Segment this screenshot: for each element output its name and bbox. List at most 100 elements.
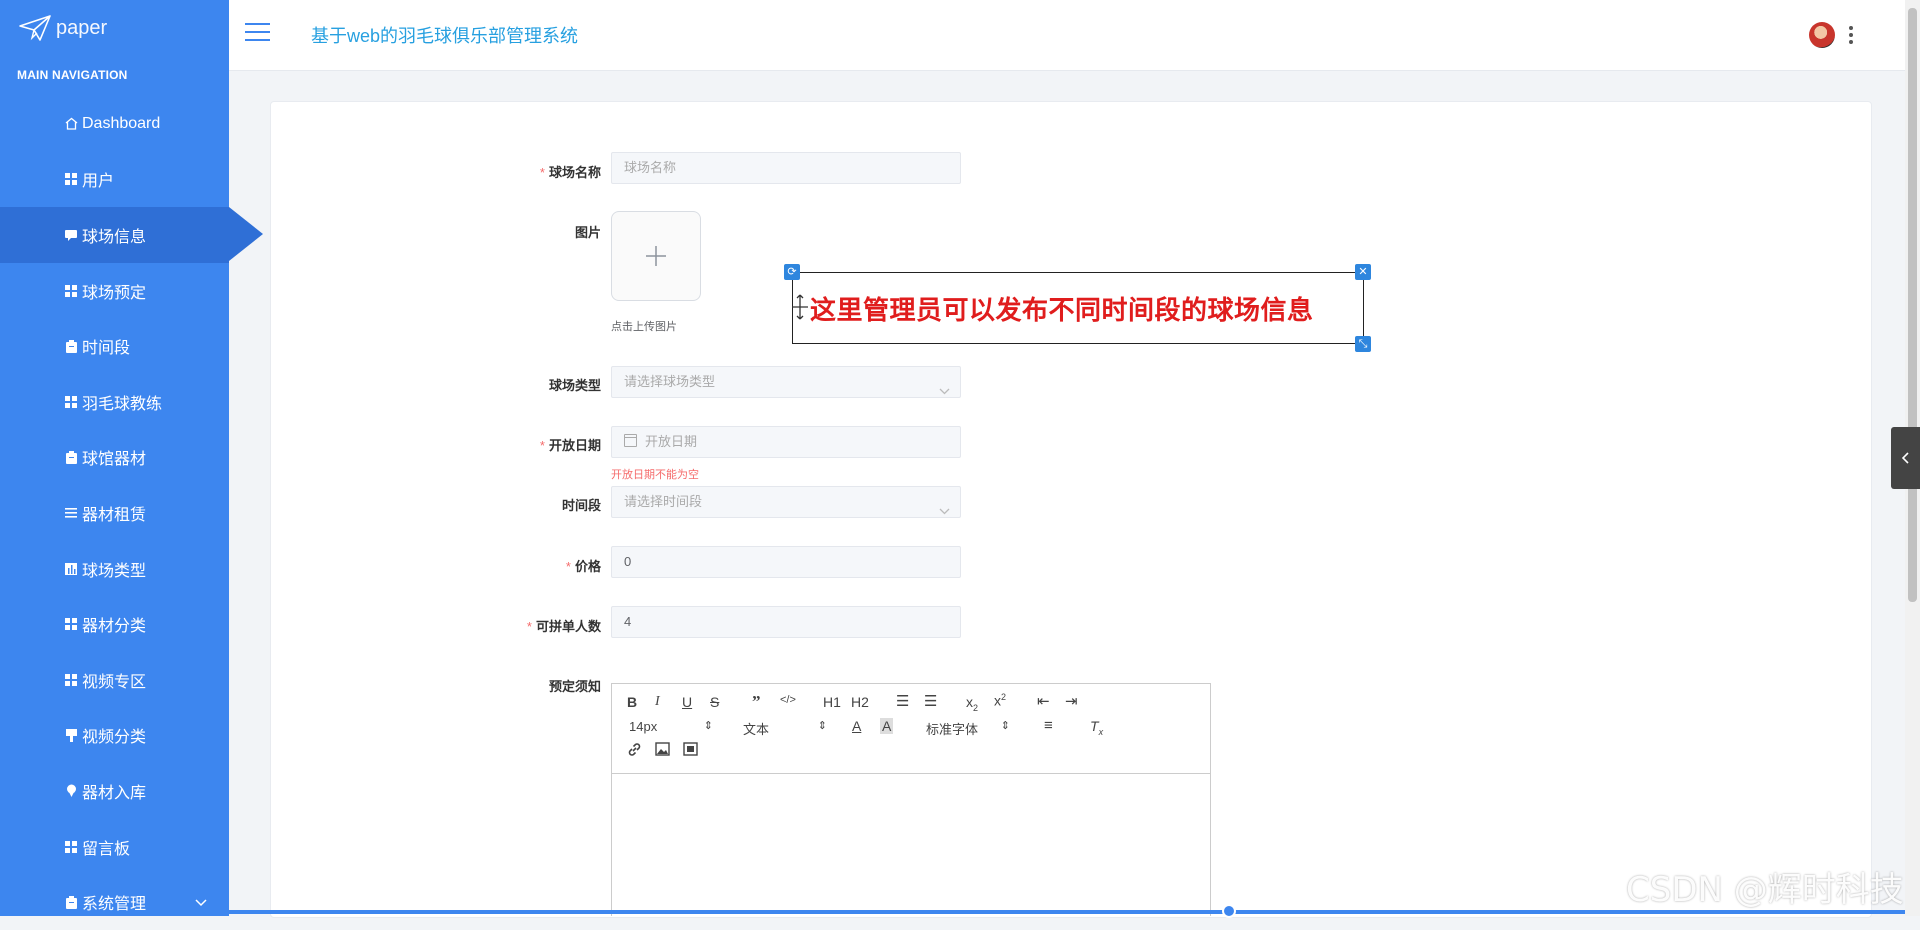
sidebar-item-court-booking[interactable]: 球场预定: [0, 263, 229, 319]
bar-icon: [64, 562, 78, 576]
plus-icon: [646, 246, 666, 266]
top-header: 基于web的羽毛球俱乐部管理系统: [229, 0, 1905, 71]
clipboard-icon: [64, 339, 78, 353]
collapse-panel-icon[interactable]: [1891, 427, 1920, 489]
sidebar-item-video-category[interactable]: 视频分类: [0, 708, 229, 764]
booking-notes-label: 预定须知: [548, 679, 601, 694]
sidebar-item-equipment[interactable]: 球馆器材: [0, 430, 229, 486]
sidebar-item-label: 器材入库: [82, 784, 147, 802]
court-name-input[interactable]: 球场名称: [611, 152, 961, 184]
sidebar-item-court-type[interactable]: 球场类型: [0, 541, 229, 597]
open-date-label: * 开放日期: [539, 438, 601, 453]
clipboard-icon: [64, 895, 78, 909]
grid-icon: [64, 617, 78, 631]
system-title: 基于web的羽毛球俱乐部管理系统: [311, 26, 579, 46]
sidebar-item-label: 时间段: [82, 340, 131, 358]
brand-name: paper: [56, 16, 108, 39]
menu-toggle-icon[interactable]: [245, 23, 270, 43]
image-icon[interactable]: [655, 742, 670, 759]
align-icon[interactable]: ≡: [1044, 717, 1053, 734]
ordered-list-icon[interactable]: ☰: [896, 692, 909, 710]
heading2-button[interactable]: H2: [851, 694, 869, 710]
sidebar-item-users[interactable]: 用户: [0, 152, 229, 208]
sidebar-item-equipment-category[interactable]: 器材分类: [0, 596, 229, 652]
upload-hint: 点击上传图片: [611, 321, 677, 333]
price-label: * 价格: [565, 559, 601, 574]
court-type-label: 球场类型: [548, 378, 601, 393]
sidebar-item-timeslot[interactable]: 时间段: [0, 318, 229, 374]
grid-icon: [64, 395, 78, 409]
font-color-icon[interactable]: A: [852, 718, 861, 734]
image-upload-button[interactable]: [611, 211, 701, 301]
nav-heading: MAIN NAVIGATION: [17, 68, 128, 82]
heading1-button[interactable]: H1: [823, 694, 841, 710]
font-family-select[interactable]: 标准字体: [926, 719, 1010, 738]
italic-icon[interactable]: I: [655, 694, 660, 710]
indent-icon[interactable]: ⇥: [1065, 692, 1078, 710]
strike-icon[interactable]: S: [710, 694, 719, 710]
open-date-picker[interactable]: 开放日期: [611, 426, 961, 458]
grid-icon: [64, 840, 78, 854]
sidebar-item-label: Dashboard: [82, 114, 161, 132]
video-icon[interactable]: [683, 742, 698, 759]
calendar-icon: [624, 434, 637, 447]
sidebar-item-label: 球场信息: [82, 228, 147, 246]
grid-icon: [64, 284, 78, 298]
price-input[interactable]: 0: [611, 546, 961, 578]
paper-plane-icon: [19, 15, 51, 41]
clear-format-icon[interactable]: Tx: [1090, 718, 1103, 737]
sidebar-item-label: 器材分类: [82, 618, 147, 636]
watermark: CSDN @辉时科技: [1626, 870, 1904, 910]
sidebar-item-coach[interactable]: 羽毛球教练: [0, 374, 229, 430]
sidebar-item-label: 器材租赁: [82, 506, 147, 524]
code-icon[interactable]: </>: [780, 694, 796, 706]
nav-list: Dashboard 用户 球场信息 球场预定 时间段 羽毛球教练 球馆器材 器材…: [0, 96, 263, 930]
quote-icon[interactable]: ”: [752, 692, 761, 712]
sidebar-item-system-admin[interactable]: 系统管理: [0, 874, 229, 930]
clipboard-icon: [64, 450, 78, 464]
court-type-select[interactable]: 请选择球场类型: [611, 366, 961, 398]
superscript-icon[interactable]: x2: [994, 692, 1006, 709]
chevron-down-icon: [939, 496, 950, 526]
bullet-list-icon[interactable]: ☰: [924, 692, 937, 710]
sidebar-item-equipment-stock[interactable]: 器材入库: [0, 763, 229, 819]
rotate-handle-icon[interactable]: ⟳: [784, 264, 800, 280]
editor-toolbar: B I U S ” </> H1 H2 ☰ ☰ x2 x2 ⇤ ⇥ 14px 文…: [612, 684, 1210, 774]
brand[interactable]: paper: [18, 14, 107, 42]
bold-icon[interactable]: B: [627, 694, 637, 710]
timeslot-label: 时间段: [561, 498, 601, 513]
sidebar-item-message-board[interactable]: 留言板: [0, 819, 229, 875]
link-icon[interactable]: [627, 742, 642, 760]
resize-handle-icon[interactable]: ⤡: [1355, 336, 1371, 352]
grid-icon: [64, 172, 78, 186]
image-label: 图片: [574, 225, 601, 240]
font-size-select[interactable]: 14px: [629, 719, 713, 734]
home-icon: [64, 117, 78, 131]
sidebar-item-label: 系统管理: [82, 896, 147, 914]
open-date-error: 开放日期不能为空: [611, 469, 699, 481]
group-size-input[interactable]: 4: [611, 606, 961, 638]
editor-body[interactable]: [612, 774, 1210, 918]
sidebar-item-court-info[interactable]: 球场信息: [0, 207, 263, 263]
sidebar-item-label: 视频分类: [82, 729, 147, 747]
comment-icon: [64, 228, 78, 242]
timeslot-select[interactable]: 请选择时间段: [611, 486, 961, 518]
group-size-label: * 可拼单人数: [526, 619, 601, 634]
background-color-icon[interactable]: A: [880, 718, 894, 734]
chevron-down-icon[interactable]: [195, 894, 207, 912]
outdent-icon[interactable]: ⇤: [1037, 692, 1050, 710]
sidebar-item-label: 留言板: [82, 840, 131, 858]
sidebar-item-label: 羽毛球教练: [82, 395, 163, 413]
avatar[interactable]: [1809, 22, 1835, 48]
underline-icon[interactable]: U: [682, 694, 692, 710]
subscript-icon[interactable]: x2: [966, 694, 978, 713]
text-style-select[interactable]: 文本: [743, 719, 827, 738]
rich-text-editor: B I U S ” </> H1 H2 ☰ ☰ x2 x2 ⇤ ⇥ 14px 文…: [611, 683, 1211, 916]
more-options-icon[interactable]: [1849, 26, 1853, 44]
close-icon[interactable]: ✕: [1355, 264, 1371, 280]
sidebar-item-video-zone[interactable]: 视频专区: [0, 652, 229, 708]
sidebar-item-dashboard[interactable]: Dashboard: [0, 96, 229, 152]
sidebar-item-equipment-rental[interactable]: 器材租赁: [0, 485, 229, 541]
sidebar-item-label: 球场类型: [82, 562, 147, 580]
sidebar-item-label: 球场预定: [82, 284, 147, 302]
